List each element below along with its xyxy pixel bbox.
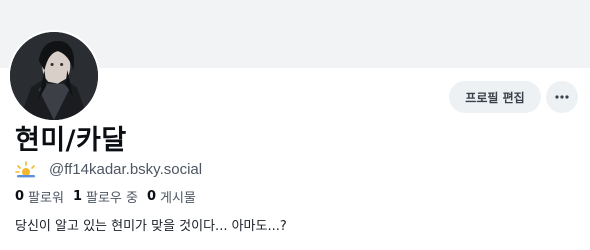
followers-count: 0 [15,188,25,204]
profile-handle[interactable]: @ff14kadar.bsky.social [49,161,202,178]
posts-label: 게시물 [160,190,196,206]
profile-display-name: 현미/카달 [15,125,127,156]
posts-stat: 0 게시물 [147,187,196,206]
edit-profile-button[interactable]: 프로필 편집 [449,81,541,113]
following-stat[interactable]: 1 팔로우 중 [73,187,138,206]
profile-bio: 당신이 알고 있는 현미가 맞을 것이다... 아마도...? [15,219,287,234]
followers-stat[interactable]: 0 팔로워 [15,187,64,206]
more-options-button[interactable] [546,81,578,113]
profile-avatar-image [10,32,98,120]
following-label: 팔로우 중 [85,190,138,206]
followers-label: 팔로워 [28,190,64,206]
ellipsis-icon [555,95,569,99]
following-count: 1 [72,188,82,204]
profile-stats: 0 팔로워 1 팔로우 중 0 게시물 [15,186,205,206]
profile-avatar[interactable] [8,30,100,122]
sun-cloud-icon [15,160,37,178]
posts-count: 0 [146,188,157,204]
profile-handle-row: @ff14kadar.bsky.social [15,158,202,180]
